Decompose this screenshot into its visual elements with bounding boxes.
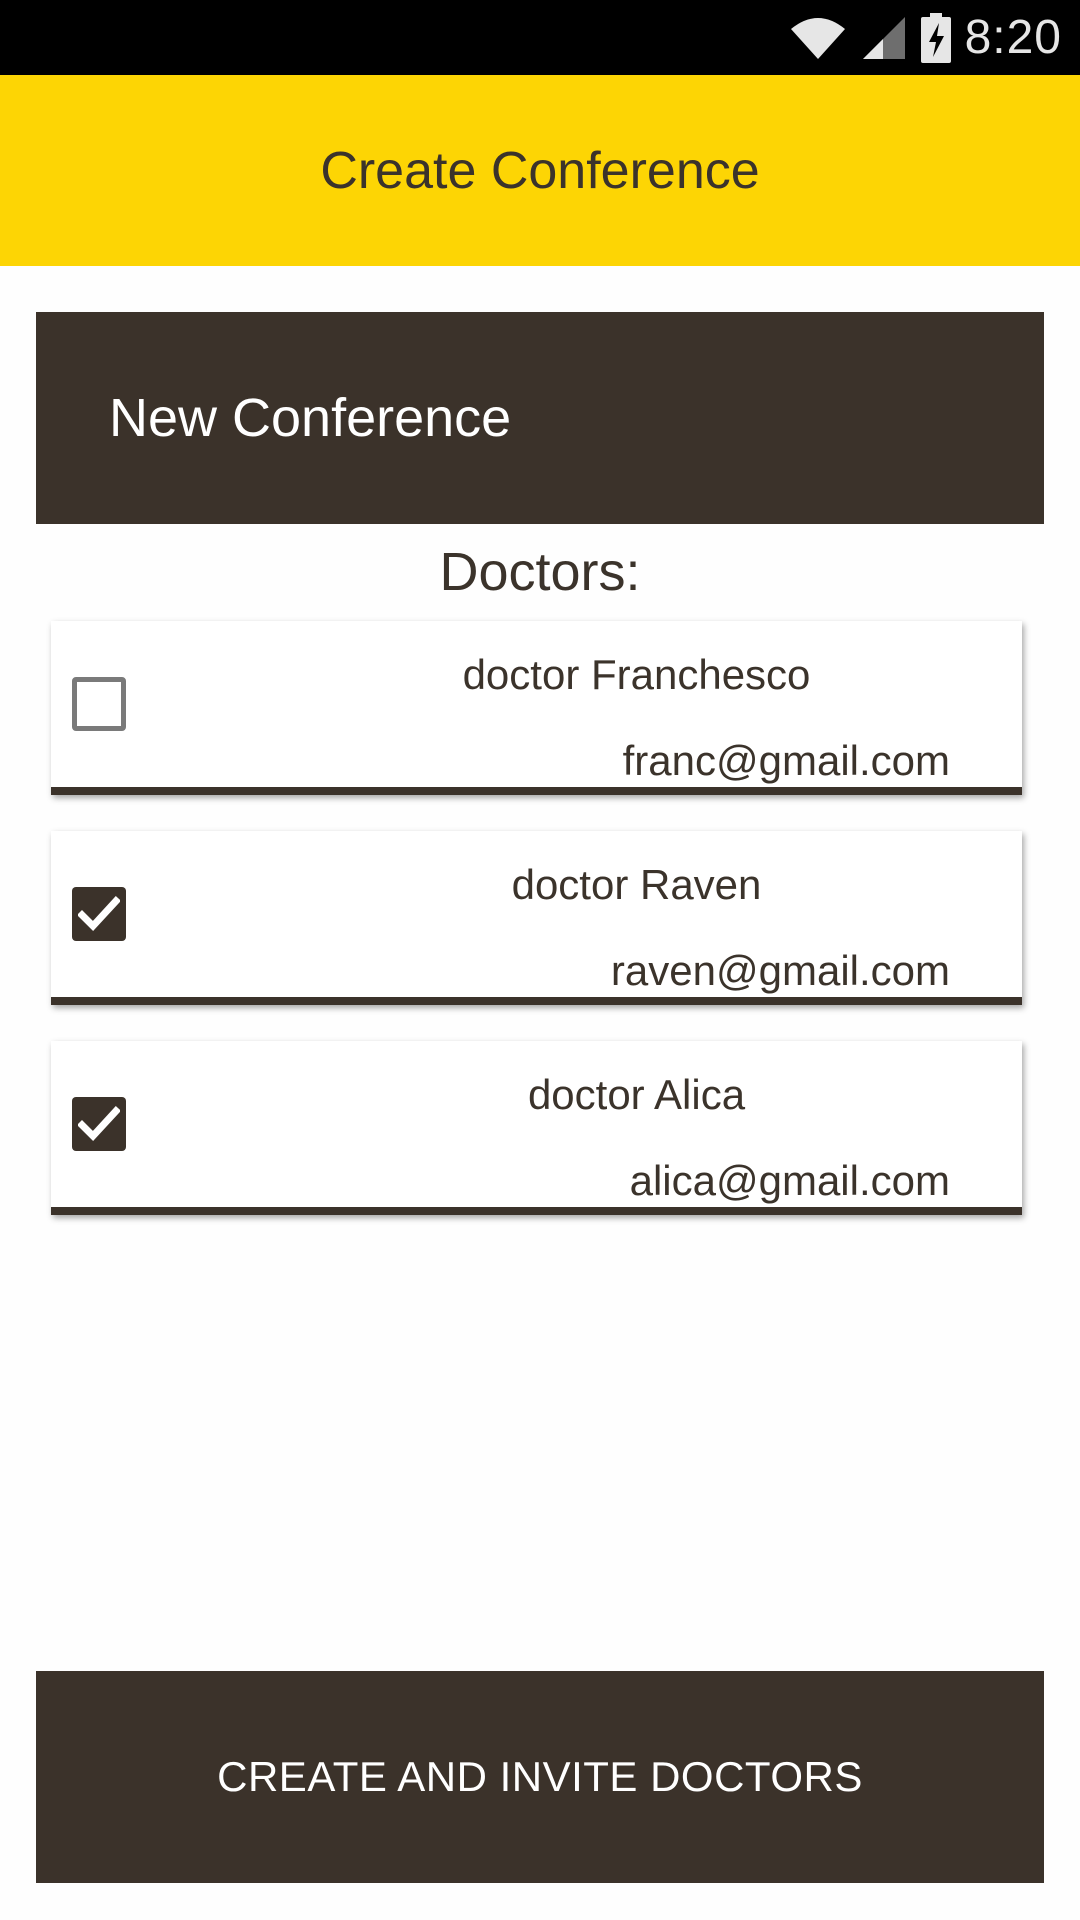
doctor-checkbox[interactable] [72,677,126,731]
doctor-name: doctor Franchesco [462,651,811,698]
status-icons: 8:20 [789,0,1062,75]
conference-header-card: New Conference [36,312,1044,524]
doctor-email: alica@gmail.com [629,1157,950,1204]
checkmark-icon [78,1106,120,1142]
doctor-card-alica[interactable]: doctor Alica alica@gmail.com [51,1041,1022,1215]
doctor-card-raven[interactable]: doctor Raven raven@gmail.com [51,831,1022,1005]
doctor-checkbox[interactable] [72,887,126,941]
app-bar: Create Conference [0,75,1080,266]
battery-charging-icon [920,12,951,63]
doctor-card-franchesco[interactable]: doctor Franchesco franc@gmail.com [51,621,1022,795]
signal-icon [861,15,907,61]
doctors-label: Doctors: [439,542,641,602]
doctor-name: doctor Alica [527,1071,746,1118]
conference-title: New Conference [109,388,512,448]
status-time: 8:20 [964,11,1062,64]
doctor-name: doctor Raven [511,861,762,908]
wifi-icon [789,15,847,61]
doctor-checkbox[interactable] [72,1097,126,1151]
status-bar: 8:20 [0,0,1080,75]
doctor-email: raven@gmail.com [610,947,950,994]
doctor-email: franc@gmail.com [622,737,950,784]
create-and-invite-button[interactable]: CREATE AND INVITE DOCTORS [36,1671,1044,1883]
checkmark-icon [78,896,120,932]
page-title: Create Conference [320,141,760,200]
